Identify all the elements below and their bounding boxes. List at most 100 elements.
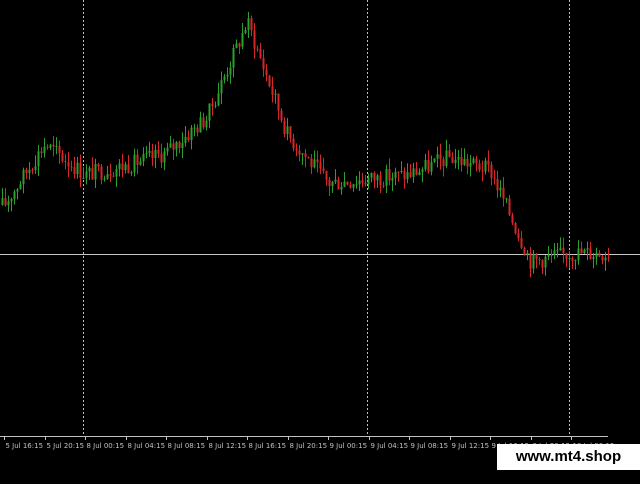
candle — [574, 259, 577, 270]
candle — [451, 152, 454, 164]
candle — [97, 162, 100, 172]
candle-body — [229, 67, 232, 75]
candle — [478, 159, 481, 173]
candle-body — [262, 58, 265, 70]
candle — [403, 167, 406, 189]
candle — [46, 144, 49, 150]
candle — [466, 153, 469, 175]
candle — [523, 246, 526, 256]
candle-body — [367, 177, 370, 185]
candle — [514, 222, 517, 235]
candle-body — [244, 29, 247, 33]
candle-body — [13, 191, 16, 200]
candle — [91, 157, 94, 180]
candle-body — [331, 181, 334, 187]
candle-body — [589, 248, 592, 259]
candle-body — [502, 187, 505, 199]
candle-body — [304, 153, 307, 157]
candle-body — [454, 159, 457, 163]
candle — [187, 130, 190, 143]
candle — [121, 153, 124, 178]
candle — [301, 152, 304, 165]
price-chart[interactable]: 5 Jul 16:15 5 Jul 20:15 8 Jul 00:15 8 Jul 0… — [0, 0, 640, 480]
candle-body — [40, 151, 43, 154]
candle — [346, 181, 349, 186]
candle-body — [352, 184, 355, 188]
candle — [595, 247, 598, 265]
candle-body — [316, 159, 319, 163]
candle — [199, 111, 202, 133]
candle — [526, 249, 529, 261]
candle — [226, 67, 229, 82]
candle — [262, 49, 265, 77]
candle — [502, 176, 505, 207]
candle-body — [325, 170, 328, 180]
candle — [100, 163, 103, 185]
candle-body — [133, 154, 136, 173]
candle-body — [358, 180, 361, 185]
candle — [463, 148, 466, 166]
candle — [241, 23, 244, 50]
candle-body — [52, 144, 55, 147]
candle-body — [73, 167, 76, 175]
candle-body — [601, 256, 604, 261]
candle — [76, 156, 79, 179]
candle-body — [580, 248, 583, 254]
candle-body — [397, 171, 400, 173]
candle — [67, 152, 70, 177]
candle-body — [409, 172, 412, 177]
candle-body — [430, 161, 433, 172]
candle-body — [541, 260, 544, 268]
candle-body — [298, 150, 301, 155]
candle — [25, 167, 28, 180]
candle-body — [4, 198, 7, 206]
candle — [109, 163, 112, 182]
candle — [235, 39, 238, 49]
candle-body — [565, 253, 568, 259]
candle — [22, 167, 25, 194]
candle-body — [424, 160, 427, 170]
candle-body — [241, 32, 244, 47]
candle — [298, 144, 301, 162]
candle — [181, 132, 184, 158]
candle-body — [154, 149, 157, 159]
candle — [256, 45, 259, 52]
candle-body — [88, 167, 91, 172]
candle-body — [226, 74, 229, 77]
candle-body — [106, 174, 109, 179]
candle — [484, 157, 487, 175]
candle — [274, 89, 277, 104]
candle — [469, 155, 472, 177]
candle — [205, 115, 208, 131]
candle-body — [340, 186, 343, 190]
candle-body — [178, 142, 181, 149]
candle-body — [334, 179, 337, 182]
candle — [277, 93, 280, 120]
candle — [355, 175, 358, 189]
candle — [556, 242, 559, 258]
candle — [325, 170, 328, 186]
candle-body — [517, 233, 520, 239]
candle-body — [520, 238, 523, 248]
candle — [391, 172, 394, 192]
candle — [592, 252, 595, 269]
candle — [550, 249, 553, 263]
candle — [16, 188, 19, 200]
candle-body — [400, 170, 403, 172]
candle-body — [1, 198, 4, 205]
candle-body — [46, 146, 49, 148]
candle-body — [574, 260, 577, 262]
candle-body — [208, 103, 211, 121]
x-tick-label: 9 Jul 08:15 — [411, 442, 449, 450]
x-tick-label: 8 Jul 16:15 — [249, 442, 287, 450]
candle-body — [109, 174, 112, 176]
candle — [292, 133, 295, 152]
x-tick-label: 8 Jul 04:15 — [128, 442, 166, 450]
candle-body — [166, 147, 169, 152]
candle — [244, 27, 247, 35]
x-tick-label: 9 Jul 12:15 — [452, 442, 490, 450]
candle — [517, 228, 520, 242]
candle — [202, 112, 205, 130]
candle — [562, 237, 565, 264]
candle-body — [379, 175, 382, 186]
